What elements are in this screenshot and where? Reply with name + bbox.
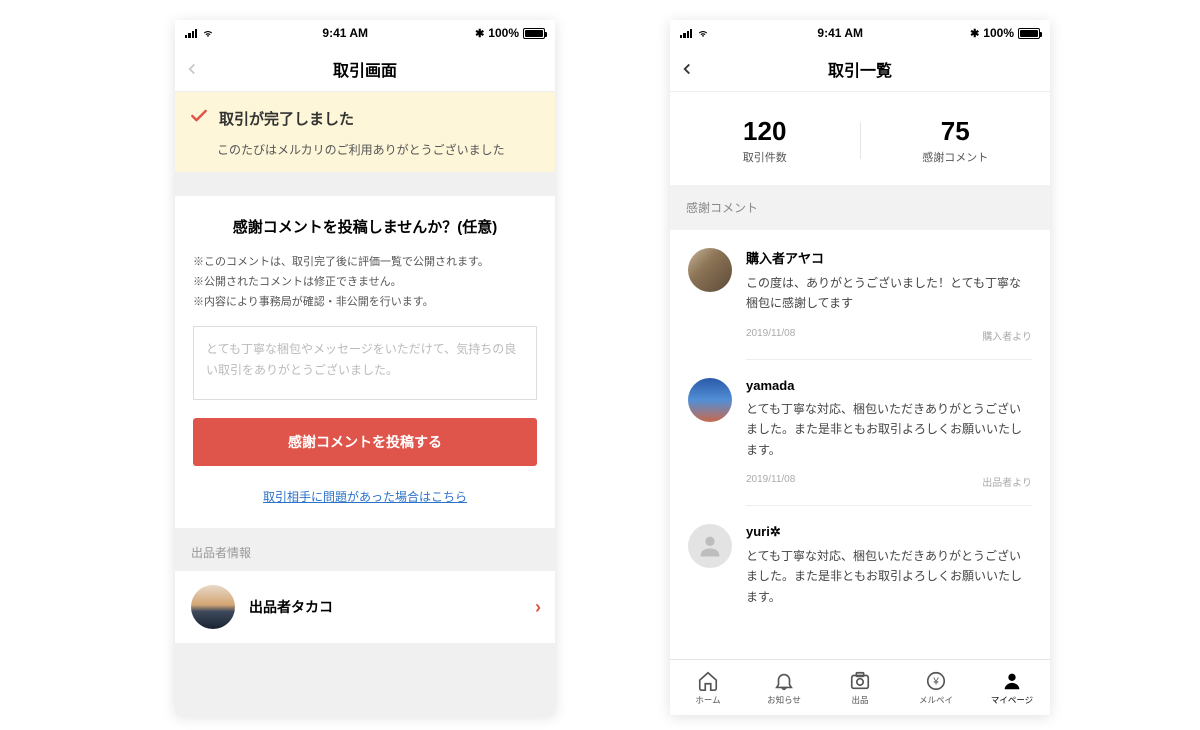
- signal-icon: [680, 28, 692, 38]
- commenter-name: yamada: [746, 378, 1032, 393]
- comment-date: 2019/11/08: [746, 328, 795, 343]
- chevron-right-icon: ›: [535, 597, 541, 618]
- bluetooth-icon: ✱: [475, 27, 484, 40]
- page-title: 取引画面: [333, 57, 397, 81]
- stat-comments: 75 感謝コメント: [861, 116, 1051, 165]
- nav-header: 取引一覧: [670, 46, 1050, 92]
- commenter-avatar: [688, 524, 732, 568]
- bluetooth-icon: ✱: [970, 27, 979, 40]
- banner-title: 取引が完了しました: [219, 108, 354, 129]
- comment-item[interactable]: yuri✲ とても丁寧な対応、梱包いただきありがとうございました。また是非ともお…: [670, 506, 1050, 607]
- comment-card: 感謝コメントを投稿しませんか？(任意) ※このコメントは、取引完了後に評価一覧で…: [175, 196, 555, 528]
- tab-listing[interactable]: 出品: [822, 660, 898, 715]
- card-title: 感謝コメントを投稿しませんか？(任意): [193, 216, 537, 237]
- tab-notifications[interactable]: お知らせ: [746, 660, 822, 715]
- battery-icon: [1018, 28, 1040, 39]
- tab-home[interactable]: ホーム: [670, 660, 746, 715]
- battery-percentage: 100%: [983, 26, 1014, 40]
- back-button[interactable]: [678, 56, 696, 82]
- tab-merpay[interactable]: ¥ メルペイ: [898, 660, 974, 715]
- phone-transaction-list: 9:41 AM ✱ 100% 取引一覧 120 取引件数 75 感謝コメント 感…: [670, 20, 1050, 715]
- comment-text: とても丁寧な対応、梱包いただきありがとうございました。また是非ともお取引よろしく…: [746, 399, 1032, 460]
- comment-date: 2019/11/08: [746, 474, 795, 489]
- stat-number: 75: [861, 116, 1051, 147]
- comment-item[interactable]: yamada とても丁寧な対応、梱包いただきありがとうございました。また是非とも…: [670, 360, 1050, 506]
- stats-row: 120 取引件数 75 感謝コメント: [670, 92, 1050, 185]
- comment-list[interactable]: 購入者アヤコ この度は、ありがとうございました！とても丁寧な梱包に感謝してます …: [670, 230, 1050, 607]
- clock: 9:41 AM: [322, 26, 368, 40]
- wifi-icon: [201, 26, 215, 40]
- comment-text: この度は、ありがとうございました！とても丁寧な梱包に感謝してます: [746, 273, 1032, 314]
- completion-banner: 取引が完了しました このたびはメルカリのご利用ありがとうございました: [175, 92, 555, 172]
- back-button[interactable]: [183, 56, 201, 82]
- comment-textarea[interactable]: とても丁寧な梱包やメッセージをいただけて、気持ちの良い取引をありがとうございまし…: [193, 326, 537, 400]
- commenter-name: 購入者アヤコ: [746, 248, 1032, 267]
- trouble-link[interactable]: 取引相手に問題があった場合はこちら: [263, 490, 467, 504]
- page-title: 取引一覧: [828, 57, 892, 81]
- commenter-avatar: [688, 248, 732, 292]
- signal-icon: [185, 28, 197, 38]
- check-icon: [189, 106, 209, 131]
- tab-label: マイページ: [991, 694, 1033, 706]
- note-line: ※このコメントは、取引完了後に評価一覧で公開されます。: [193, 253, 537, 273]
- seller-section-label: 出品者情報: [175, 528, 555, 571]
- seller-name: 出品者タカコ: [249, 597, 333, 617]
- svg-text:¥: ¥: [932, 676, 939, 687]
- commenter-avatar: [688, 378, 732, 422]
- tab-label: お知らせ: [767, 694, 801, 706]
- battery-icon: [523, 28, 545, 39]
- wifi-icon: [696, 26, 710, 40]
- card-notes: ※このコメントは、取引完了後に評価一覧で公開されます。 ※公開されたコメントは修…: [193, 253, 537, 312]
- banner-subtitle: このたびはメルカリのご利用ありがとうございました: [217, 141, 541, 158]
- tab-mypage[interactable]: マイページ: [974, 660, 1050, 715]
- status-bar: 9:41 AM ✱ 100%: [670, 20, 1050, 46]
- tab-label: メルペイ: [919, 694, 953, 706]
- note-line: ※内容により事務局が確認・非公開を行います。: [193, 293, 537, 313]
- battery-percentage: 100%: [488, 26, 519, 40]
- commenter-name: yuri✲: [746, 524, 1032, 540]
- comments-section-header: 感謝コメント: [670, 185, 1050, 230]
- status-bar: 9:41 AM ✱ 100%: [175, 20, 555, 46]
- phone-transaction-screen: 9:41 AM ✱ 100% 取引画面 取引が完了しました このたびはメルカリの…: [175, 20, 555, 715]
- seller-avatar: [191, 585, 235, 629]
- stat-label: 取引件数: [670, 149, 860, 165]
- stat-transactions: 120 取引件数: [670, 116, 860, 165]
- bottom-tab-bar: ホーム お知らせ 出品 ¥ メルペイ マイページ: [670, 659, 1050, 715]
- clock: 9:41 AM: [817, 26, 863, 40]
- comment-item[interactable]: 購入者アヤコ この度は、ありがとうございました！とても丁寧な梱包に感謝してます …: [670, 230, 1050, 360]
- seller-row[interactable]: 出品者タカコ ›: [175, 571, 555, 643]
- nav-header: 取引画面: [175, 46, 555, 92]
- note-line: ※公開されたコメントは修正できません。: [193, 273, 537, 293]
- tab-label: 出品: [851, 694, 868, 706]
- tab-label: ホーム: [695, 694, 720, 706]
- comment-role: 出品者より: [982, 474, 1032, 489]
- comment-role: 購入者より: [982, 328, 1032, 343]
- submit-comment-button[interactable]: 感謝コメントを投稿する: [193, 418, 537, 466]
- comment-text: とても丁寧な対応、梱包いただきありがとうございました。また是非ともお取引よろしく…: [746, 546, 1032, 607]
- stat-label: 感謝コメント: [861, 149, 1051, 165]
- stat-number: 120: [670, 116, 860, 147]
